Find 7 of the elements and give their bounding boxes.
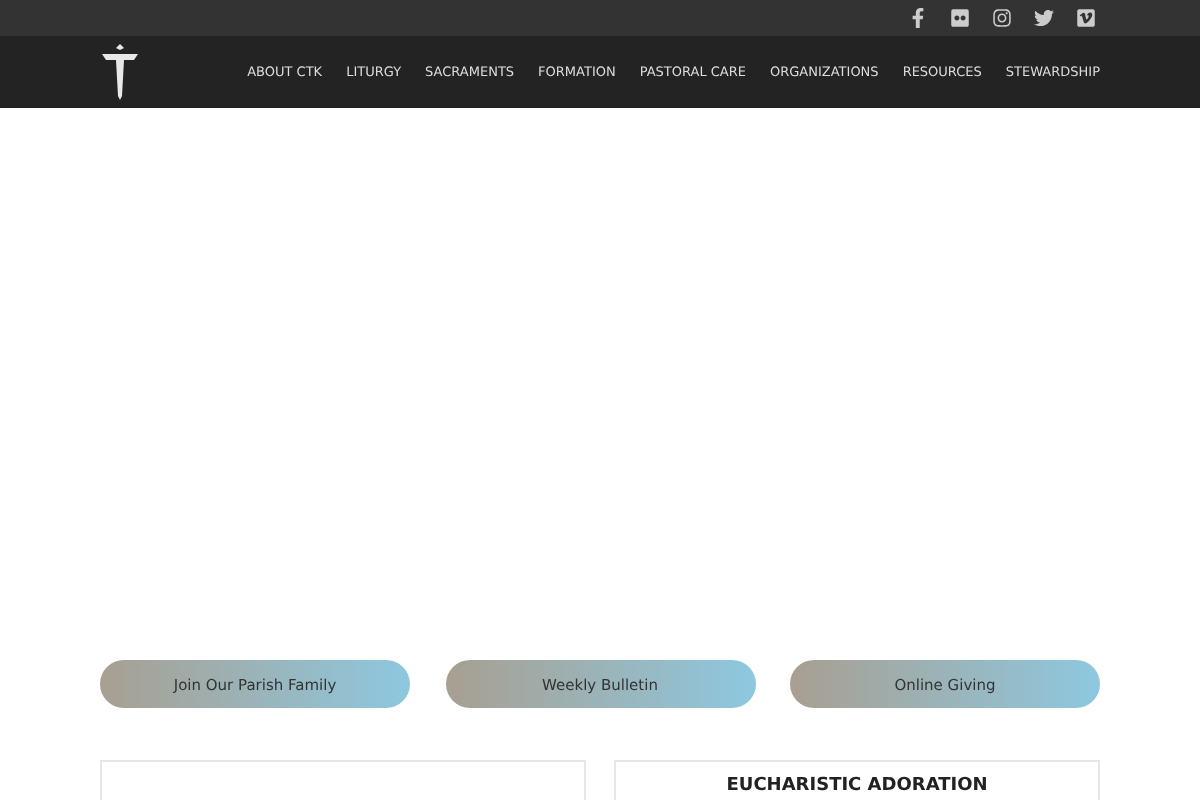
facebook-icon[interactable] — [908, 8, 928, 28]
card-title: EUCHARISTIC ADORATION — [726, 776, 988, 800]
vimeo-icon[interactable] — [1076, 8, 1096, 28]
twitter-icon[interactable] — [1034, 8, 1054, 28]
instagram-icon[interactable] — [992, 8, 1012, 28]
flickr-icon[interactable] — [950, 8, 970, 28]
cross-logo-icon[interactable] — [100, 42, 140, 102]
